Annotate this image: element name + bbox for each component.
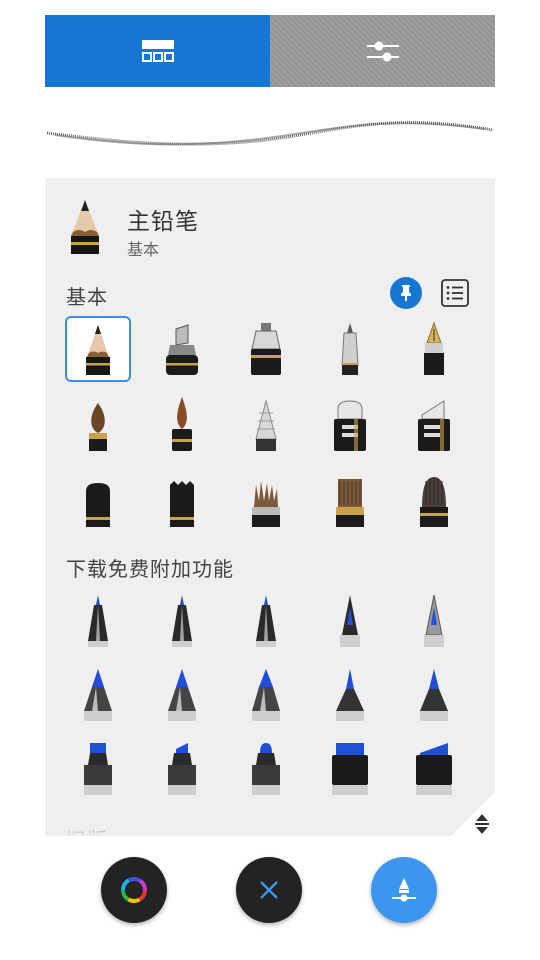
- fine-liner-3-icon: [256, 595, 276, 647]
- brush-cone-marker-5[interactable]: [401, 662, 467, 728]
- angled-marker-icon: [418, 400, 450, 451]
- current-brush-name: 主铅笔: [127, 208, 199, 234]
- fine-liner-1-icon: [88, 595, 108, 647]
- addon-brushes-grid: [55, 588, 495, 818]
- round-marker-blue-icon: [252, 743, 280, 795]
- section-label-basic: 基本: [66, 287, 108, 309]
- brush-soft-eraser[interactable]: [65, 468, 131, 534]
- fan-brush-icon: [336, 479, 364, 527]
- cone-marker-5-icon: [420, 669, 448, 721]
- ink-pen-icon: [251, 323, 281, 375]
- brush-library-grid-icon: [141, 40, 174, 62]
- cone-marker-2-icon: [168, 669, 196, 721]
- brush-fountain-pen[interactable]: [401, 316, 467, 382]
- brush-cone-marker-3[interactable]: [233, 662, 299, 728]
- brush-fine-liner-1[interactable]: [65, 588, 131, 654]
- close-icon: [260, 881, 278, 899]
- brush-texture-eraser[interactable]: [149, 468, 215, 534]
- brush-airbrush[interactable]: [233, 392, 299, 458]
- texture-eraser-icon: [170, 481, 194, 527]
- close-button[interactable]: [236, 857, 302, 923]
- brush-fan-brush[interactable]: [317, 468, 383, 534]
- brush-ink-pen[interactable]: [233, 316, 299, 382]
- brush-flat-marker[interactable]: [317, 392, 383, 458]
- stroke-preview: [46, 121, 494, 146]
- brush-cone-marker-1[interactable]: [65, 662, 131, 728]
- brush-pencil[interactable]: [65, 316, 131, 382]
- chisel-marker-icon: [166, 324, 198, 375]
- pin-icon: [401, 285, 411, 301]
- airbrush-icon: [255, 399, 277, 451]
- chisel-marker-blue-1-icon: [84, 743, 112, 795]
- brush-chisel-marker-blue-1[interactable]: [65, 736, 131, 802]
- brush-cone-marker-4[interactable]: [317, 662, 383, 728]
- panel-fade: [45, 816, 495, 836]
- brush-angled-marker[interactable]: [401, 392, 467, 458]
- round-brush-icon: [89, 403, 107, 451]
- soft-eraser-icon: [86, 483, 110, 527]
- color-wheel-icon: [121, 877, 147, 903]
- brush-technical-nib[interactable]: [401, 588, 467, 654]
- color-wheel-button[interactable]: [101, 857, 167, 923]
- current-brush-category: 基本: [127, 242, 160, 259]
- fountain-pen-icon: [424, 321, 444, 375]
- brush-chisel-marker-blue-2[interactable]: [149, 736, 215, 802]
- wide-brush-icon: [420, 477, 448, 527]
- brush-calligraphy-nib[interactable]: [317, 588, 383, 654]
- calligraphy-nib-icon: [340, 595, 360, 647]
- fine-liner-2-icon: [172, 595, 192, 647]
- brush-chisel-marker[interactable]: [149, 316, 215, 382]
- stamp-marker-icon: [332, 743, 368, 795]
- cone-marker-3-icon: [252, 669, 280, 721]
- brush-properties-sliders-icon: [366, 41, 399, 62]
- tab-brush-library[interactable]: [45, 15, 270, 87]
- brush-round-marker-blue[interactable]: [233, 736, 299, 802]
- resize-panel-icon[interactable]: [472, 812, 492, 836]
- brush-fine-liner-2[interactable]: [149, 588, 215, 654]
- technical-nib-icon: [424, 594, 444, 647]
- brush-fine-liner-3[interactable]: [233, 588, 299, 654]
- top-tab-bar: [45, 15, 495, 87]
- chisel-marker-blue-2-icon: [168, 743, 196, 795]
- pencil-icon: [71, 200, 99, 254]
- flat-marker-icon: [334, 400, 366, 451]
- pointed-brush-icon: [172, 397, 192, 451]
- brush-tool-button[interactable]: [371, 857, 437, 923]
- brush-tool-icon: [392, 878, 416, 902]
- cone-marker-4-icon: [336, 669, 364, 721]
- brush-stamp-marker[interactable]: [317, 736, 383, 802]
- brush-library-panel: 主铅笔 基本 基本 下载免费附加功能 旧版: [45, 178, 495, 836]
- ballpoint-pen-icon: [341, 323, 359, 375]
- brush-bristle-brush[interactable]: [233, 468, 299, 534]
- brush-ballpoint-pen[interactable]: [317, 316, 383, 382]
- brush-round-brush[interactable]: [65, 392, 131, 458]
- brush-pointed-brush[interactable]: [149, 392, 215, 458]
- pin-button[interactable]: [390, 277, 422, 309]
- brush-cone-marker-2[interactable]: [149, 662, 215, 728]
- pencil-icon: [86, 325, 110, 375]
- list-view-icon[interactable]: [441, 279, 469, 307]
- basic-brushes-grid: [55, 316, 495, 536]
- bristle-brush-icon: [252, 481, 280, 527]
- wedge-marker-icon: [416, 743, 452, 795]
- cone-marker-1-icon: [84, 669, 112, 721]
- tab-brush-properties[interactable]: [270, 15, 495, 87]
- section-label-addons: 下载免费附加功能: [66, 559, 234, 581]
- brush-wide-brush[interactable]: [401, 468, 467, 534]
